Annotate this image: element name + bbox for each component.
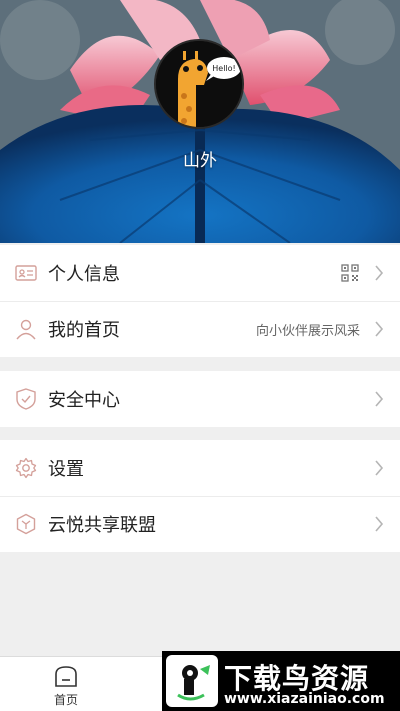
menu-item-my-homepage[interactable]: 我的首页 向小伙伴展示风采 [0,301,400,357]
watermark-url: www.xiazainiao.com [224,691,385,707]
avatar-bubble-text: Hello! [212,64,235,73]
homepage-hint-text: 向小伙伴展示风采 [255,323,360,339]
shield-icon [16,388,36,410]
menu-item-label: 设置 [48,459,84,480]
profile-header: Hello! 山外 [0,0,400,243]
menu-group-more: 设置 云悦共享联盟 [0,440,400,552]
menu-item-label: 个人信息 [48,264,120,285]
menu-group-security: 安全中心 [0,371,400,427]
menu-item-security-center[interactable]: 安全中心 [0,371,400,427]
giraffe-avatar-image: Hello! [156,41,242,127]
chevron-right-icon [375,265,384,281]
id-card-icon [15,265,37,281]
menu-item-alliance[interactable]: 云悦共享联盟 [0,496,400,552]
qr-code-icon[interactable] [341,264,359,282]
chevron-right-icon [375,516,384,532]
chevron-right-icon [375,321,384,337]
gear-icon [15,457,37,479]
watermark-banner: 下载鸟资源 www.xiazainiao.com [162,651,400,711]
person-icon [16,319,36,340]
menu-item-label: 安全中心 [48,390,120,411]
chevron-right-icon [375,391,384,407]
watermark-logo-icon [166,655,218,707]
chevron-right-icon [375,460,384,476]
menu-item-label: 云悦共享联盟 [48,515,156,536]
tab-home[interactable]: 首页 [16,657,116,711]
menu-item-personal-info[interactable]: 个人信息 [0,245,400,301]
menu-item-settings[interactable]: 设置 [0,440,400,496]
menu-group-profile: 个人信息 我的首页 向小伙伴展示风采 [0,245,400,357]
cube-icon [16,513,36,535]
menu-item-label: 我的首页 [48,320,120,341]
tab-label: 首页 [53,693,78,707]
home-icon [55,666,77,687]
username[interactable]: 山外 [0,146,400,171]
avatar[interactable]: Hello! [154,39,244,129]
